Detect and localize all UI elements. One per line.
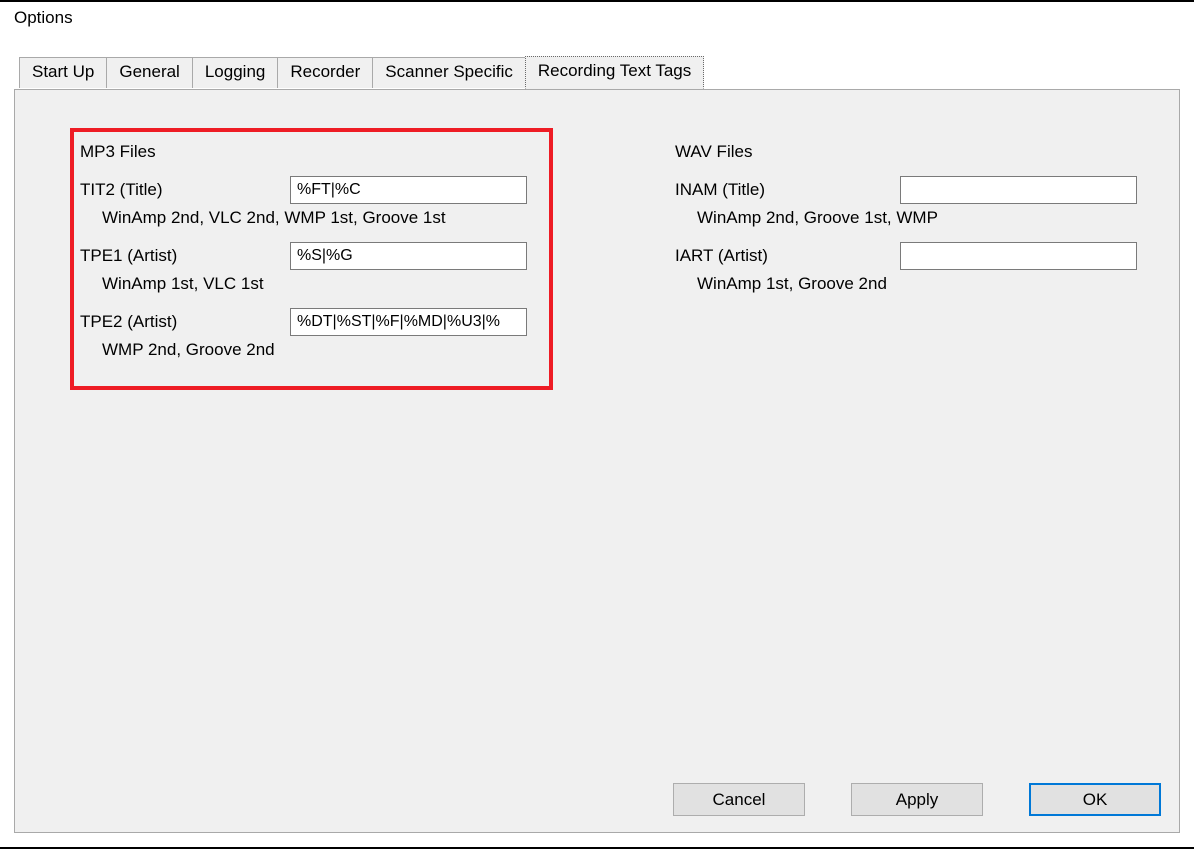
- tit2-input[interactable]: [290, 176, 527, 204]
- ok-button[interactable]: OK: [1029, 783, 1161, 816]
- tab-logging[interactable]: Logging: [192, 57, 279, 88]
- tab-recording-text-tags[interactable]: Recording Text Tags: [525, 56, 704, 89]
- options-window: Options Start Up General Logging Recorde…: [0, 0, 1194, 849]
- tpe1-label: TPE1 (Artist): [80, 246, 290, 266]
- iart-hint: WinAmp 1st, Groove 2nd: [675, 274, 1175, 294]
- iart-label: IART (Artist): [675, 246, 900, 266]
- tab-general[interactable]: General: [106, 57, 192, 88]
- tpe2-row: TPE2 (Artist): [80, 308, 560, 336]
- dialog-buttons: Cancel Apply OK: [673, 783, 1161, 816]
- tit2-hint: WinAmp 2nd, VLC 2nd, WMP 1st, Groove 1st: [80, 208, 560, 228]
- tpe1-hint: WinAmp 1st, VLC 1st: [80, 274, 560, 294]
- client-area: Start Up General Logging Recorder Scanne…: [14, 56, 1180, 833]
- tpe1-row: TPE1 (Artist): [80, 242, 560, 270]
- tpe2-input[interactable]: [290, 308, 527, 336]
- apply-button[interactable]: Apply: [851, 783, 983, 816]
- tit2-label: TIT2 (Title): [80, 180, 290, 200]
- inam-hint: WinAmp 2nd, Groove 1st, WMP: [675, 208, 1175, 228]
- tab-content: MP3 Files TIT2 (Title) WinAmp 2nd, VLC 2…: [15, 90, 1179, 832]
- tab-start-up[interactable]: Start Up: [19, 57, 107, 88]
- inam-label: INAM (Title): [675, 180, 900, 200]
- tabstrip: Start Up General Logging Recorder Scanne…: [14, 56, 1180, 88]
- tpe2-label: TPE2 (Artist): [80, 312, 290, 332]
- inam-row: INAM (Title): [675, 176, 1175, 204]
- mp3-section: MP3 Files TIT2 (Title) WinAmp 2nd, VLC 2…: [80, 142, 560, 374]
- tit2-row: TIT2 (Title): [80, 176, 560, 204]
- tab-scanner-specific[interactable]: Scanner Specific: [372, 57, 526, 88]
- iart-input[interactable]: [900, 242, 1137, 270]
- iart-row: IART (Artist): [675, 242, 1175, 270]
- wav-heading: WAV Files: [675, 142, 1175, 162]
- inam-input[interactable]: [900, 176, 1137, 204]
- cancel-button[interactable]: Cancel: [673, 783, 805, 816]
- tpe1-input[interactable]: [290, 242, 527, 270]
- tab-recorder[interactable]: Recorder: [277, 57, 373, 88]
- wav-section: WAV Files INAM (Title) WinAmp 2nd, Groov…: [675, 142, 1175, 308]
- tpe2-hint: WMP 2nd, Groove 2nd: [80, 340, 560, 360]
- tabpage-recording-text-tags: MP3 Files TIT2 (Title) WinAmp 2nd, VLC 2…: [14, 89, 1180, 833]
- window-title: Options: [0, 2, 1194, 36]
- mp3-heading: MP3 Files: [80, 142, 560, 162]
